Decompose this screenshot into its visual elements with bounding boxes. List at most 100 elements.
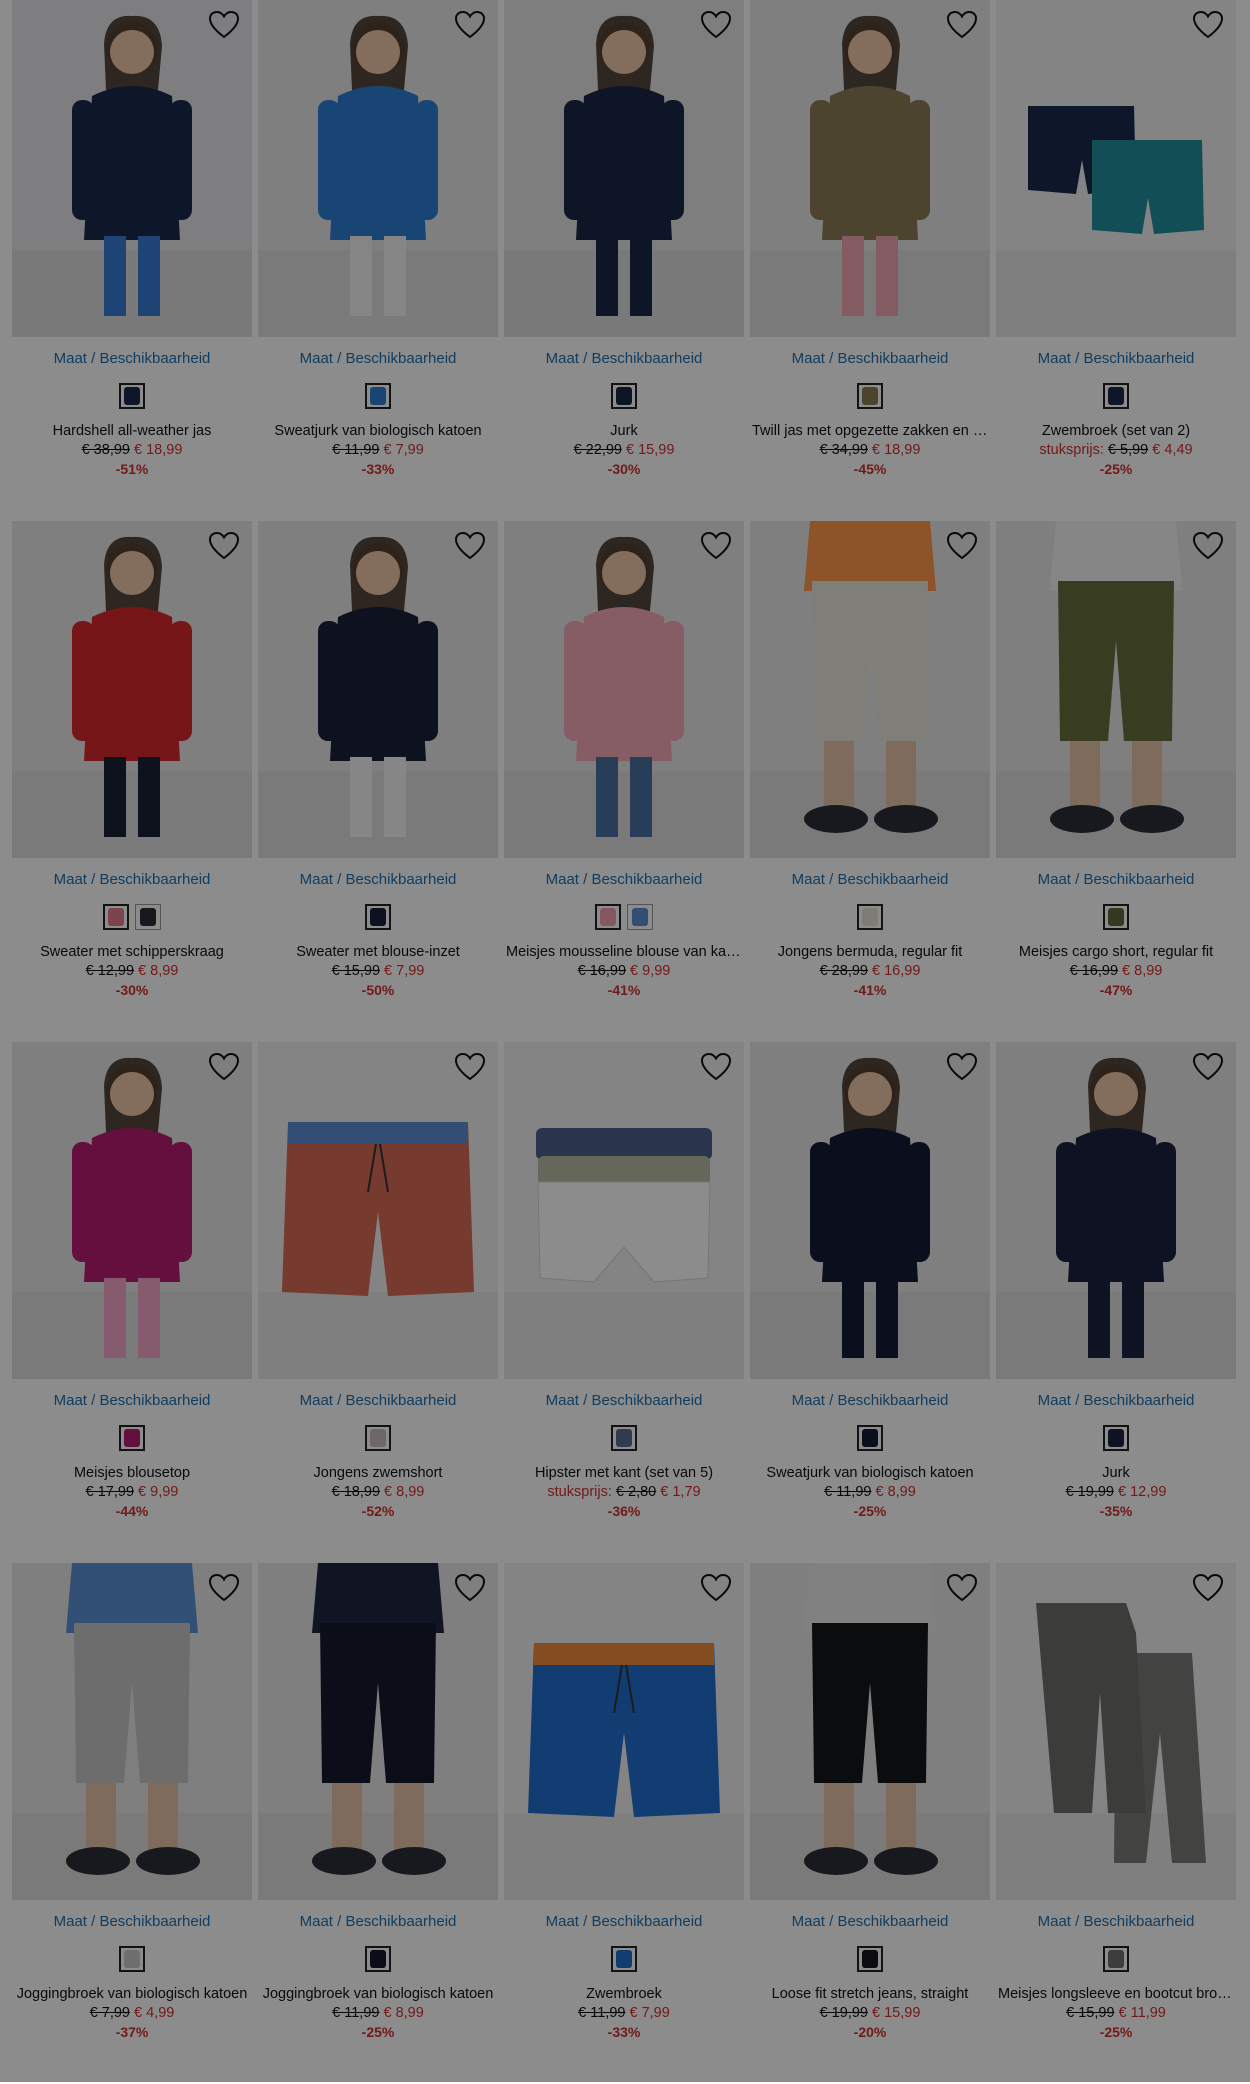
product-title[interactable]: Zwembroek (set van 2) [996,423,1236,439]
size-availability-link[interactable]: Maat / Beschikbaarheid [996,871,1236,888]
product-card[interactable]: Maat / Beschikbaarheid Meisjes cargo shor… [996,521,1236,1042]
heart-icon[interactable] [454,1052,486,1082]
product-title[interactable]: Sweatjurk van biologisch katoen [750,1465,990,1481]
product-title[interactable]: Loose fit stretch jeans, straight [750,1986,990,2002]
color-swatch[interactable] [857,383,883,409]
heart-icon[interactable] [700,10,732,40]
color-swatch[interactable] [135,904,161,930]
product-card[interactable]: Maat / Beschikbaarheid Jongens zwemshort €… [258,1042,498,1563]
product-image[interactable] [12,1042,252,1379]
product-image[interactable] [258,1042,498,1379]
product-card[interactable]: Maat / Beschikbaarheid Hipster met kant (… [504,1042,744,1563]
product-card[interactable]: Maat / Beschikbaarheid Sweater met blouse… [258,521,498,1042]
color-swatch[interactable] [365,1425,391,1451]
product-image[interactable] [996,521,1236,858]
product-card[interactable]: Maat / Beschikbaarheid Sweater met schipp… [12,521,252,1042]
heart-icon[interactable] [1192,1573,1224,1603]
product-card[interactable]: Maat / Beschikbaarheid Hardshell all-weat… [12,0,252,521]
product-image[interactable] [504,521,744,858]
product-title[interactable]: Sweater met schipperskraag [12,944,252,960]
product-image[interactable] [996,1042,1236,1379]
color-swatch[interactable] [1103,1425,1129,1451]
product-image[interactable] [504,1563,744,1900]
product-title[interactable]: Meisjes longsleeve en bootcut broek van … [996,1986,1236,2002]
product-image[interactable] [258,0,498,337]
product-card[interactable]: Maat / Beschikbaarheid Meisjes blousetop €… [12,1042,252,1563]
product-title[interactable]: Jurk [504,423,744,439]
color-swatch[interactable] [857,1946,883,1972]
color-swatch[interactable] [595,904,621,930]
heart-icon[interactable] [1192,531,1224,561]
product-image[interactable] [12,0,252,337]
heart-icon[interactable] [1192,1052,1224,1082]
size-availability-link[interactable]: Maat / Beschikbaarheid [504,1392,744,1409]
product-card[interactable]: Maat / Beschikbaarheid Meisjes mousseline… [504,521,744,1042]
color-swatch[interactable] [365,383,391,409]
product-card[interactable]: Maat / Beschikbaarheid Meisjes longsleeve… [996,1563,1236,2084]
heart-icon[interactable] [946,1052,978,1082]
color-swatch[interactable] [857,1425,883,1451]
color-swatch[interactable] [119,383,145,409]
product-title[interactable]: Sweater met blouse-inzet [258,944,498,960]
size-availability-link[interactable]: Maat / Beschikbaarheid [258,1392,498,1409]
product-title[interactable]: Meisjes blousetop [12,1465,252,1481]
product-image[interactable] [750,1042,990,1379]
heart-icon[interactable] [946,1573,978,1603]
product-card[interactable]: Maat / Beschikbaarheid Sweatjurk van biol… [750,1042,990,1563]
color-swatch[interactable] [103,904,129,930]
color-swatch[interactable] [1103,383,1129,409]
heart-icon[interactable] [700,1573,732,1603]
product-card[interactable]: Maat / Beschikbaarheid Zwembroek (set van… [996,0,1236,521]
product-title[interactable]: Meisjes mousseline blouse van katoen [504,944,744,960]
heart-icon[interactable] [946,10,978,40]
product-title[interactable]: Zwembroek [504,1986,744,2002]
size-availability-link[interactable]: Maat / Beschikbaarheid [750,1913,990,1930]
product-image[interactable] [750,1563,990,1900]
color-swatch[interactable] [365,1946,391,1972]
color-swatch[interactable] [611,1425,637,1451]
product-title[interactable]: Meisjes cargo short, regular fit [996,944,1236,960]
color-swatch[interactable] [611,1946,637,1972]
product-title[interactable]: Sweatjurk van biologisch katoen [258,423,498,439]
size-availability-link[interactable]: Maat / Beschikbaarheid [12,1913,252,1930]
product-image[interactable] [996,0,1236,337]
product-title[interactable]: Twill jas met opgezette zakken en capuch… [750,423,990,439]
color-swatch[interactable] [1103,1946,1129,1972]
product-image[interactable] [258,521,498,858]
product-image[interactable] [258,1563,498,1900]
size-availability-link[interactable]: Maat / Beschikbaarheid [996,350,1236,367]
product-title[interactable]: Jongens bermuda, regular fit [750,944,990,960]
size-availability-link[interactable]: Maat / Beschikbaarheid [996,1392,1236,1409]
heart-icon[interactable] [208,1052,240,1082]
product-card[interactable]: Maat / Beschikbaarheid Joggingbroek van b… [12,1563,252,2084]
product-card[interactable]: Maat / Beschikbaarheid Zwembroek € 11,99 €… [504,1563,744,2084]
heart-icon[interactable] [208,531,240,561]
product-card[interactable]: Maat / Beschikbaarheid Twill jas met opge… [750,0,990,521]
product-card[interactable]: Maat / Beschikbaarheid Joggingbroek van b… [258,1563,498,2084]
size-availability-link[interactable]: Maat / Beschikbaarheid [258,1913,498,1930]
size-availability-link[interactable]: Maat / Beschikbaarheid [12,871,252,888]
product-title[interactable]: Joggingbroek van biologisch katoen [12,1986,252,2002]
size-availability-link[interactable]: Maat / Beschikbaarheid [504,871,744,888]
color-swatch[interactable] [119,1425,145,1451]
color-swatch[interactable] [627,904,653,930]
size-availability-link[interactable]: Maat / Beschikbaarheid [12,1392,252,1409]
product-title[interactable]: Joggingbroek van biologisch katoen [258,1986,498,2002]
product-image[interactable] [750,0,990,337]
color-swatch[interactable] [365,904,391,930]
size-availability-link[interactable]: Maat / Beschikbaarheid [12,350,252,367]
product-title[interactable]: Hardshell all-weather jas [12,423,252,439]
product-title[interactable]: Hipster met kant (set van 5) [504,1465,744,1481]
size-availability-link[interactable]: Maat / Beschikbaarheid [750,871,990,888]
heart-icon[interactable] [454,10,486,40]
color-swatch[interactable] [857,904,883,930]
product-image[interactable] [12,521,252,858]
heart-icon[interactable] [1192,10,1224,40]
size-availability-link[interactable]: Maat / Beschikbaarheid [504,1913,744,1930]
product-card[interactable]: Maat / Beschikbaarheid Jongens bermuda, r… [750,521,990,1042]
product-image[interactable] [504,0,744,337]
size-availability-link[interactable]: Maat / Beschikbaarheid [258,871,498,888]
product-card[interactable]: Maat / Beschikbaarheid Sweatjurk van biol… [258,0,498,521]
product-card[interactable]: Maat / Beschikbaarheid Jurk € 19,99 € 12,9… [996,1042,1236,1563]
heart-icon[interactable] [946,531,978,561]
